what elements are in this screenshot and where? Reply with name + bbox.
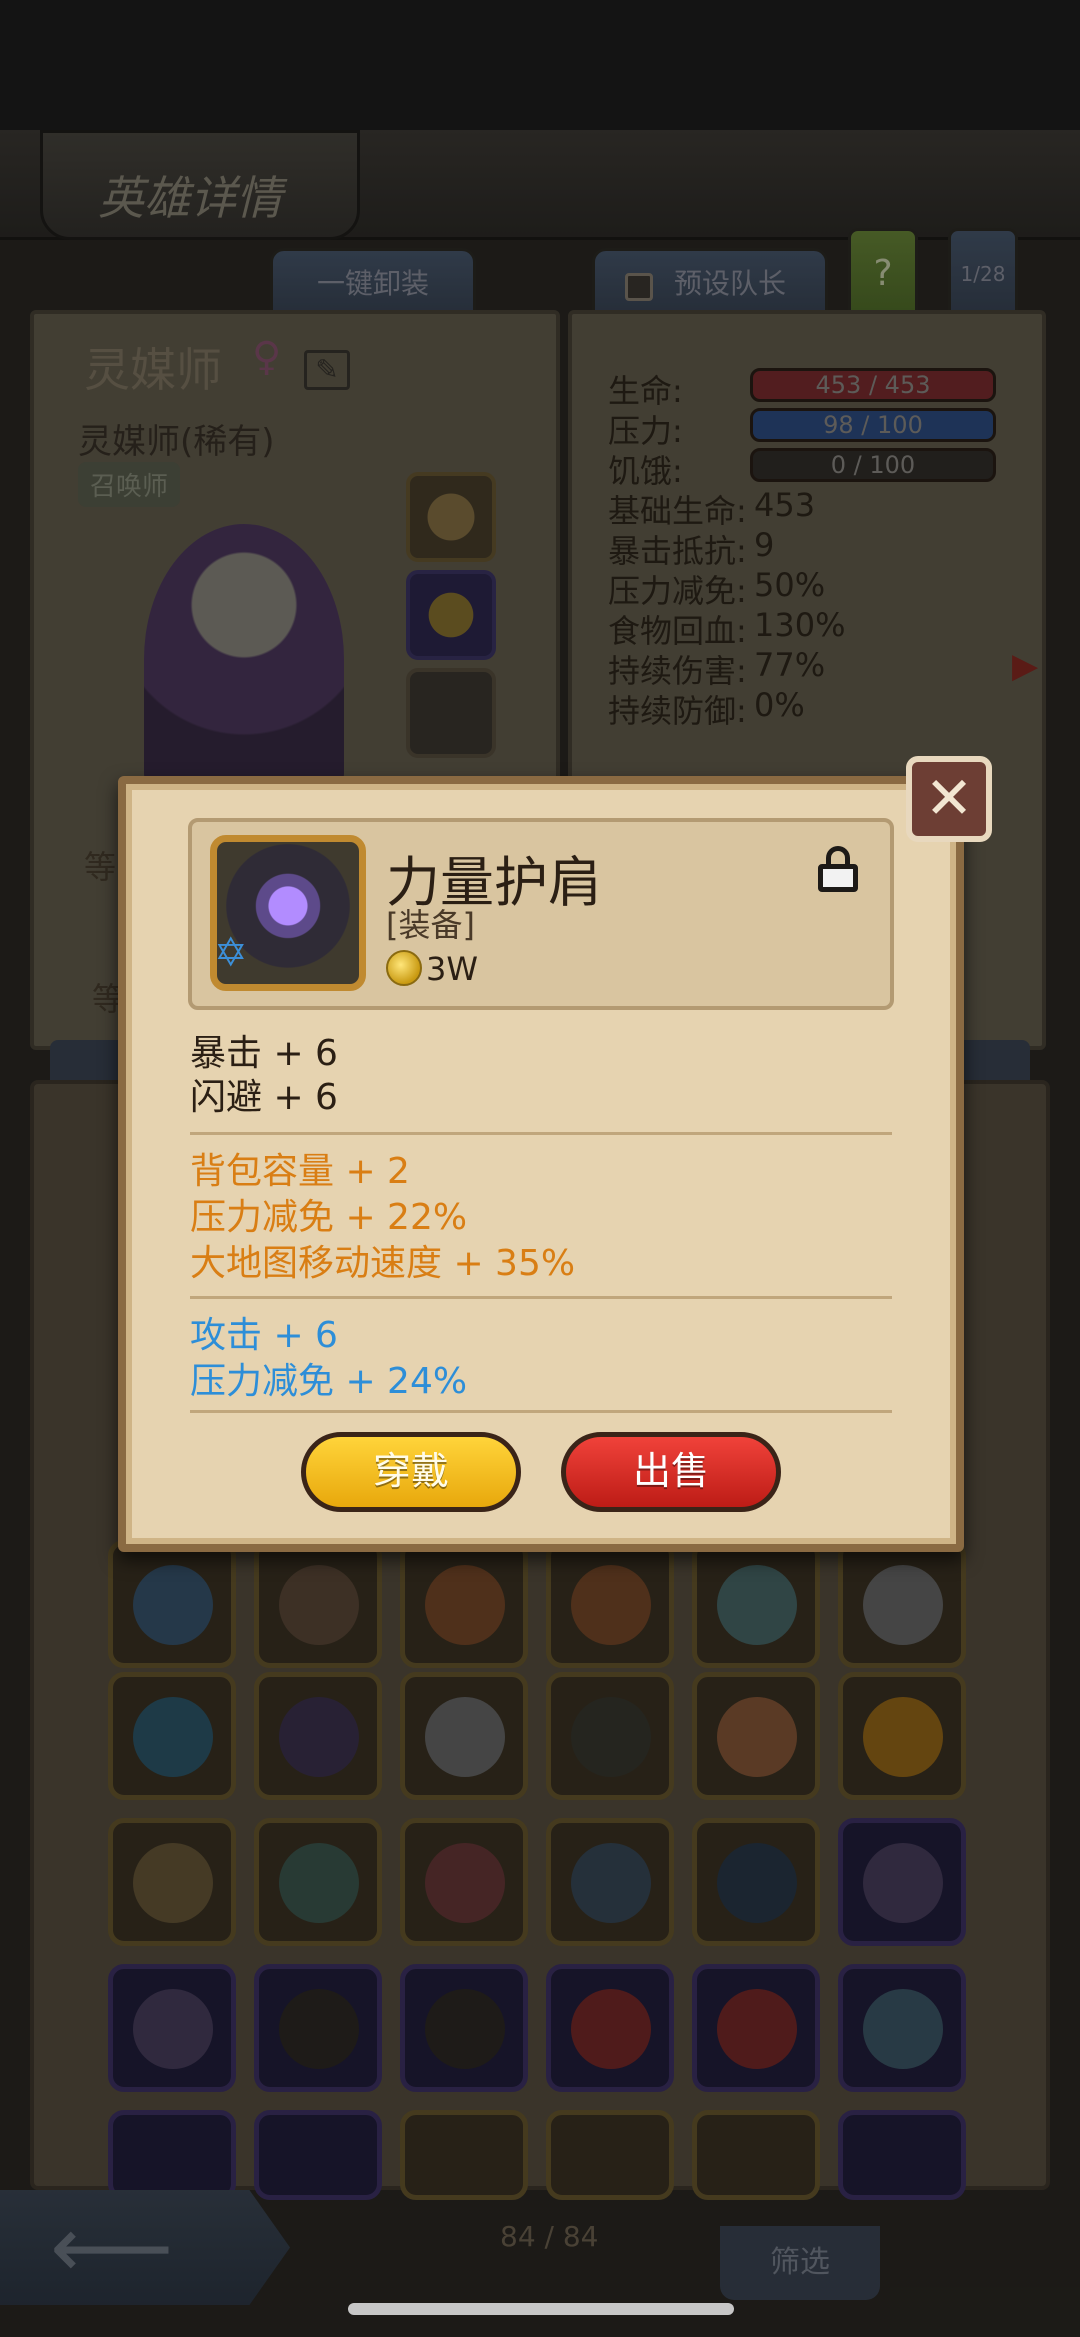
enchant-stat: 攻击 + 6 [190, 1315, 338, 1356]
enchant-star-icon: ✡ [214, 930, 248, 976]
divider [190, 1132, 892, 1135]
close-icon: ✕ [924, 764, 974, 832]
sell-button[interactable]: 出售 [561, 1432, 781, 1512]
home-indicator[interactable] [348, 2303, 734, 2315]
lock-body [818, 864, 858, 892]
item-price: 3W [426, 950, 478, 988]
base-stat: 闪避 + 6 [190, 1077, 338, 1118]
enchant-stat: 压力减免 + 24% [190, 1361, 468, 1402]
status-bar [0, 0, 1080, 130]
coin-icon [386, 950, 422, 986]
close-button[interactable]: ✕ [906, 756, 992, 842]
divider [190, 1410, 892, 1413]
equip-button[interactable]: 穿戴 [301, 1432, 521, 1512]
item-type: [装备] [386, 906, 475, 944]
divider [190, 1296, 892, 1299]
unlock-icon[interactable] [818, 846, 858, 892]
bonus-stat: 压力减免 + 22% [190, 1197, 468, 1238]
bonus-stat: 背包容量 + 2 [190, 1151, 410, 1192]
bonus-stat: 大地图移动速度 + 35% [190, 1243, 576, 1284]
